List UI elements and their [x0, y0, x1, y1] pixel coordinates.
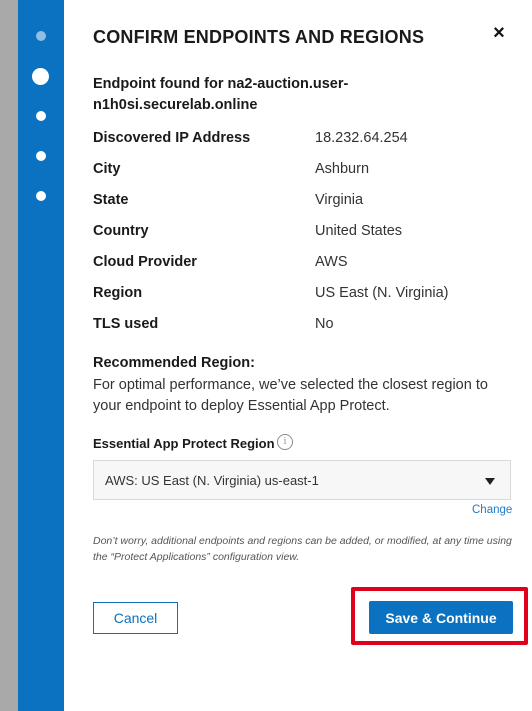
endpoint-found-text: Endpoint found for na2-auction.user- n1h… [93, 74, 393, 116]
detail-value-state: Virginia [315, 192, 364, 208]
recommended-region-text: For optimal performance, we’ve selected … [93, 377, 488, 414]
detail-label-region: Region [93, 285, 143, 301]
cancel-button[interactable]: Cancel [93, 602, 178, 634]
save-and-continue-button[interactable]: Save & Continue [369, 601, 513, 634]
step-rail [18, 0, 64, 711]
dialog-title: CONFIRM ENDPOINTS AND REGIONS [93, 27, 425, 47]
endpoint-line-1: Endpoint found for na2-auction.user- [93, 76, 349, 92]
info-note: Don’t worry, additional endpoints and re… [93, 535, 512, 563]
page: CONFIRM ENDPOINTS AND REGIONS × Endpoint… [0, 0, 532, 711]
step-indicator-5 [36, 191, 46, 201]
detail-value-tls: No [315, 316, 334, 332]
region-select[interactable]: AWS: US East (N. Virginia) us-east-1 [93, 460, 511, 500]
info-icon[interactable]: i [277, 434, 293, 450]
detail-value-city: Ashburn [315, 161, 370, 177]
detail-label-state: State [93, 192, 129, 208]
background-page [0, 0, 20, 711]
detail-label-city: City [93, 161, 121, 177]
recommended-region-heading: Recommended Region: [93, 355, 255, 371]
region-select-value: AWS: US East (N. Virginia) us-east-1 [105, 473, 319, 488]
close-icon[interactable]: × [490, 23, 508, 43]
step-indicator-4 [36, 151, 46, 161]
region-select-label: Essential App Protect Region [93, 436, 275, 451]
step-indicator-current [32, 68, 49, 85]
detail-value-region: US East (N. Virginia) [315, 285, 449, 301]
detail-label-cloud-provider: Cloud Provider [93, 254, 197, 270]
detail-value-ip: 18.232.64.254 [315, 130, 408, 146]
chevron-down-icon [485, 478, 495, 485]
confirm-dialog: CONFIRM ENDPOINTS AND REGIONS × Endpoint… [64, 0, 532, 711]
detail-value-country: United States [315, 223, 403, 239]
detail-value-cloud-provider: AWS [315, 254, 348, 270]
detail-label-country: Country [93, 223, 149, 239]
step-indicator-3 [36, 111, 46, 121]
detail-label-ip: Discovered IP Address [93, 130, 251, 146]
detail-label-tls: TLS used [93, 316, 159, 332]
step-indicator-1 [36, 31, 46, 41]
endpoint-line-2: n1h0si.securelab.online [93, 97, 258, 113]
change-region-link[interactable]: Change [472, 504, 512, 516]
